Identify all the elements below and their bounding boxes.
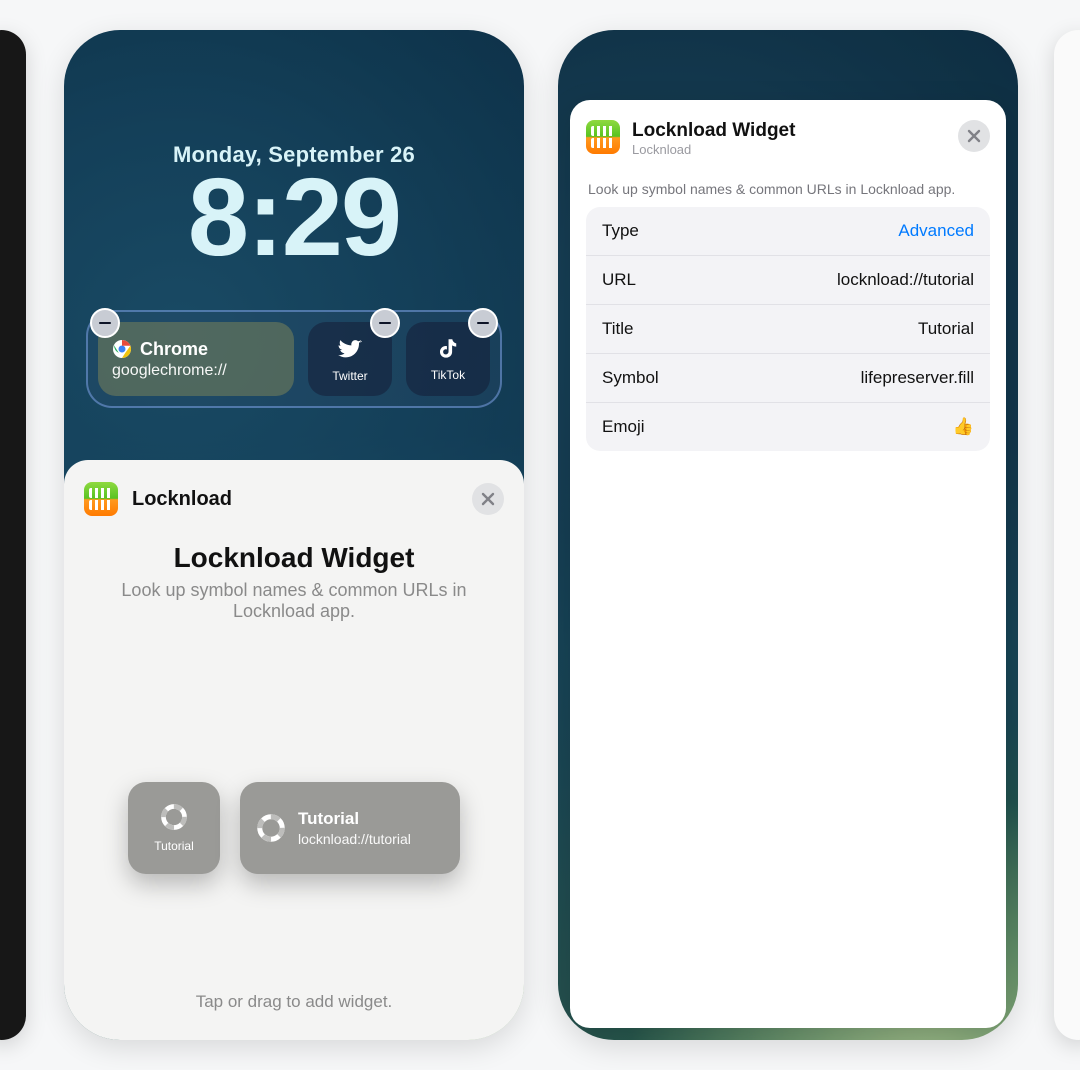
row-emoji-value[interactable]: 👍 xyxy=(953,417,974,437)
widget-size-wide-subtitle: locknload://tutorial xyxy=(298,831,411,847)
locknload-app-icon xyxy=(586,120,620,154)
row-url[interactable]: URL locknload://tutorial xyxy=(586,256,990,305)
row-title[interactable]: Title Tutorial xyxy=(586,305,990,354)
remove-widget-button[interactable] xyxy=(468,308,498,338)
sheet-hint: Tap or drag to add widget. xyxy=(84,966,504,1040)
row-emoji[interactable]: Emoji 👍 xyxy=(586,403,990,451)
widget-tray[interactable]: Chrome googlechrome:// Twitter TikTok xyxy=(86,310,502,408)
lifepreserver-icon xyxy=(160,803,188,831)
row-type-value[interactable]: Advanced xyxy=(898,221,974,241)
widget-gallery-sheet: Locknload Locknload Widget Look up symbo… xyxy=(64,460,524,1040)
widget-size-small[interactable]: Tutorial xyxy=(128,782,220,874)
adjacent-phone-left xyxy=(0,30,26,1040)
remove-widget-button[interactable] xyxy=(90,308,120,338)
widget-size-wide[interactable]: Tutorial locknload://tutorial xyxy=(240,782,460,874)
row-symbol-value[interactable]: lifepreserver.fill xyxy=(861,368,974,388)
lifepreserver-icon xyxy=(256,813,286,843)
widget-tiktok[interactable]: TikTok xyxy=(406,322,490,396)
widget-size-wide-title: Tutorial xyxy=(298,809,411,829)
close-button[interactable] xyxy=(958,120,990,152)
tiktok-icon xyxy=(435,336,461,362)
widget-twitter-label: Twitter xyxy=(332,369,367,383)
close-button[interactable] xyxy=(472,483,504,515)
row-title-label: Title xyxy=(602,319,634,339)
config-form: Type Advanced URL locknload://tutorial T… xyxy=(586,207,990,451)
lockscreen-time: 8:29 xyxy=(64,160,524,276)
sheet-subtitle: Look up symbol names & common URLs in Lo… xyxy=(106,580,482,622)
row-symbol[interactable]: Symbol lifepreserver.fill xyxy=(586,354,990,403)
sheet-app-name: Locknload xyxy=(132,488,232,511)
phone-widget-config: Locknload Widget Locknload Look up symbo… xyxy=(558,30,1018,1040)
locknload-app-icon xyxy=(84,482,118,516)
widget-size-small-label: Tutorial xyxy=(154,839,194,853)
widget-chrome-subtitle: googlechrome:// xyxy=(112,362,227,380)
twitter-icon xyxy=(336,335,364,363)
widget-twitter[interactable]: Twitter xyxy=(308,322,392,396)
row-symbol-label: Symbol xyxy=(602,368,659,388)
row-type-label: Type xyxy=(602,221,639,241)
chrome-icon xyxy=(112,339,132,359)
config-card: Locknload Widget Locknload Look up symbo… xyxy=(570,100,1006,1028)
widget-tiktok-label: TikTok xyxy=(431,368,465,382)
sheet-title: Locknload Widget xyxy=(84,542,504,574)
config-title: Locknload Widget xyxy=(632,120,795,142)
row-url-label: URL xyxy=(602,270,636,290)
widget-chrome-title: Chrome xyxy=(140,339,208,360)
phone-lockscreen-editor: Monday, September 26 8:29 Chrome googlec… xyxy=(64,30,524,1040)
row-emoji-label: Emoji xyxy=(602,417,645,437)
widget-chrome[interactable]: Chrome googlechrome:// xyxy=(98,322,294,396)
config-subtitle: Locknload xyxy=(632,142,795,157)
remove-widget-button[interactable] xyxy=(370,308,400,338)
config-description: Look up symbol names & common URLs in Lo… xyxy=(588,181,988,197)
row-title-value[interactable]: Tutorial xyxy=(918,319,974,339)
row-url-value[interactable]: locknload://tutorial xyxy=(837,270,974,290)
adjacent-phone-right xyxy=(1054,30,1080,1040)
widget-size-options: Tutorial Tutorial locknload://tutorial xyxy=(84,782,504,874)
row-type[interactable]: Type Advanced xyxy=(586,207,990,256)
